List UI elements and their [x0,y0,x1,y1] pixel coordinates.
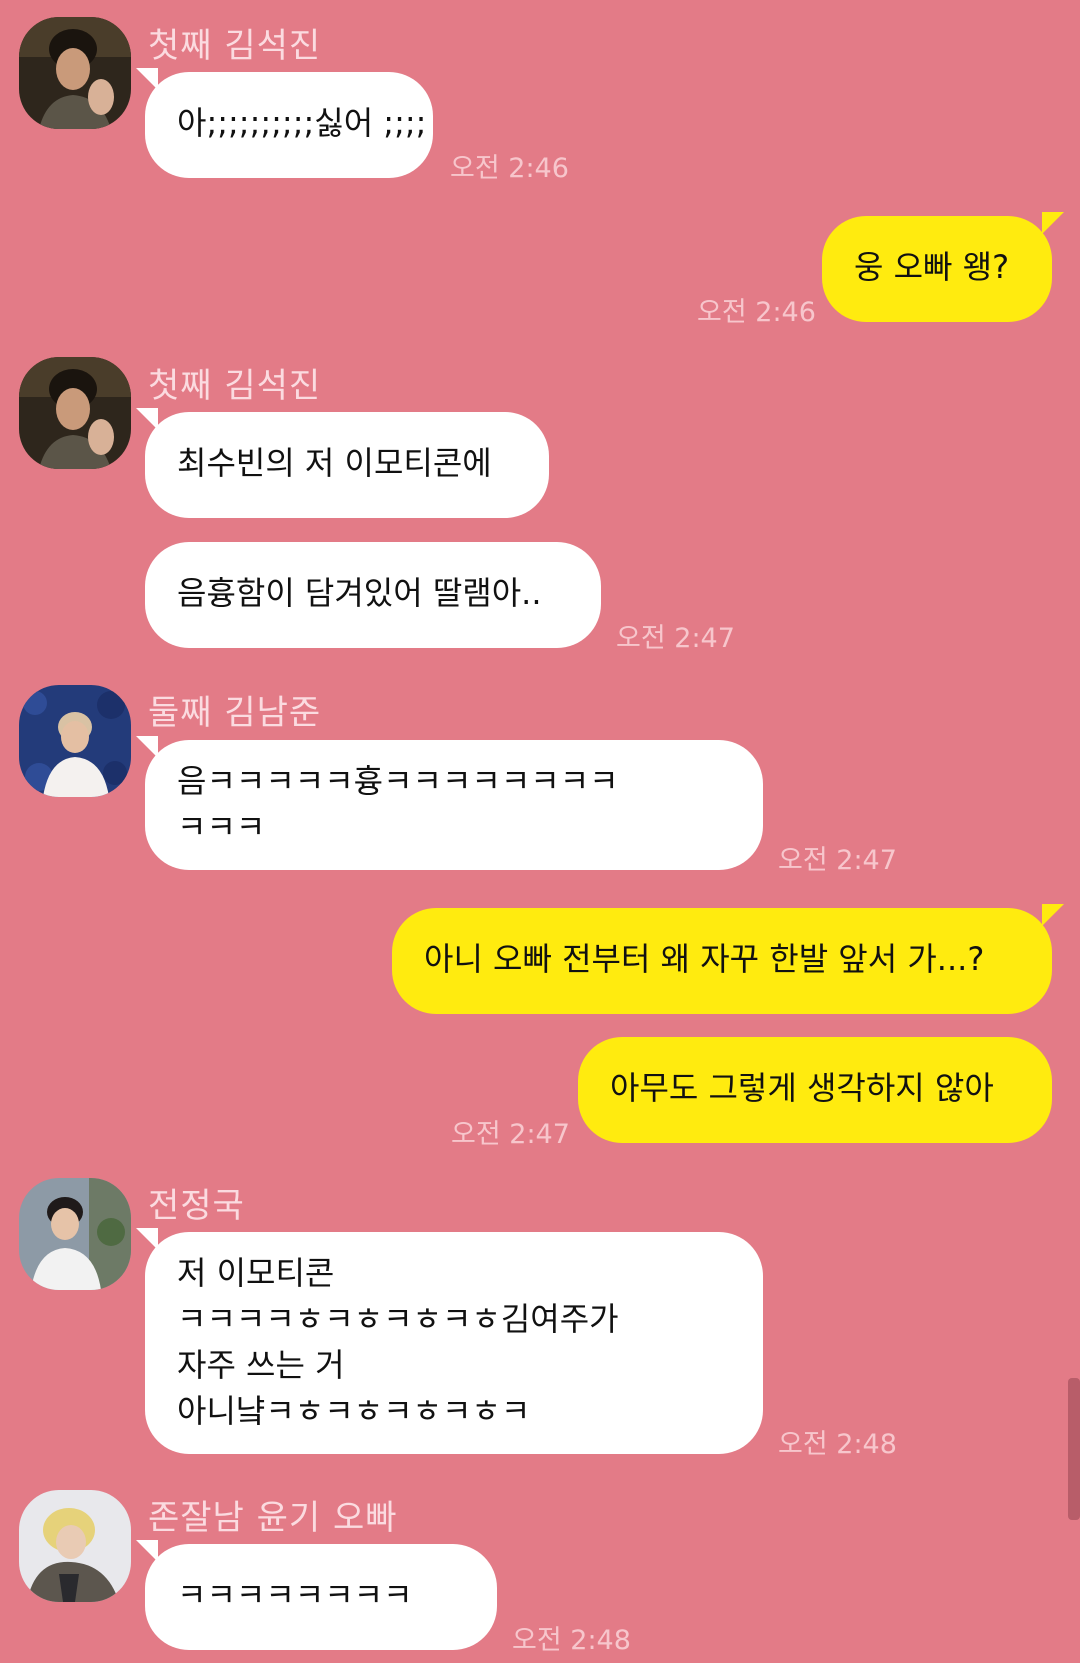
avatar-yoongi[interactable] [19,1490,131,1602]
message-text: 음ㅋㅋㅋㅋㅋ흉ㅋㅋㅋㅋㅋㅋㅋㅋ [177,762,619,800]
message-text: ㅋㅋㅋ [177,808,266,846]
message-text: ㅋㅋㅋㅋㅋㅋㅋㅋ [177,1576,413,1614]
message-time: 오전 2:47 [778,845,897,876]
chat-bubble-incoming[interactable]: 아;;;;;;;;;;싫어 ;;;; [145,72,433,178]
chat-bubble-incoming[interactable]: 음흉함이 담겨있어 딸램아.. [145,542,601,648]
message-time: 오전 2:46 [697,297,816,328]
message-text: 아;;;;;;;;;;싫어 ;;;; [177,104,427,142]
chat-bubble-incoming[interactable]: ㅋㅋㅋㅋㅋㅋㅋㅋ [145,1544,497,1650]
avatar-seokjin[interactable] [19,357,131,469]
message-text: 음흉함이 담겨있어 딸램아.. [177,574,542,612]
chat-bubble-outgoing[interactable]: 웅 오빠 왱? [822,216,1052,322]
message-time: 오전 2:48 [512,1625,631,1656]
bubble-tail [1042,212,1064,234]
sender-name: 존잘남 윤기 오빠 [148,1498,398,1538]
message-text: 최수빈의 저 이모티콘에 [177,444,492,482]
sender-name: 첫째 김석진 [148,26,322,66]
message-text: 아무도 그렇게 생각하지 않아 [610,1069,994,1107]
sender-name: 전정국 [148,1186,245,1226]
sender-name: 둘째 김남준 [148,693,322,733]
avatar-jungkook[interactable] [19,1178,131,1290]
message-text: 아니 오빠 전부터 왜 자꾸 한발 앞서 가...? [424,940,985,978]
message-text: 아니냨ㅋㅎㅋㅎㅋㅎㅋㅎㅋ [177,1392,531,1430]
message-text: 저 이모티콘 [177,1254,335,1292]
bubble-tail [1042,904,1064,926]
scrollbar-thumb[interactable] [1068,1378,1080,1520]
chat-bubble-incoming[interactable]: 최수빈의 저 이모티콘에 [145,412,549,518]
chat-bubble-outgoing[interactable]: 아니 오빠 전부터 왜 자꾸 한발 앞서 가...? [392,908,1052,1014]
sender-name: 첫째 김석진 [148,366,322,406]
message-text: 웅 오빠 왱? [854,248,1010,286]
chat-bubble-incoming[interactable]: 저 이모티콘 ㅋㅋㅋㅋㅎㅋㅎㅋㅎㅋㅎ김여주가 자주 쓰는 거 아니냨ㅋㅎㅋㅎㅋㅎ… [145,1232,763,1454]
avatar-namjoon[interactable] [19,685,131,797]
chat-bubble-incoming[interactable]: 음ㅋㅋㅋㅋㅋ흉ㅋㅋㅋㅋㅋㅋㅋㅋ ㅋㅋㅋ [145,740,763,870]
avatar-seokjin[interactable] [19,17,131,129]
chat-bubble-outgoing[interactable]: 아무도 그렇게 생각하지 않아 [578,1037,1052,1143]
message-time: 오전 2:47 [616,623,735,654]
message-time: 오전 2:46 [450,153,569,184]
message-time: 오전 2:47 [451,1119,570,1150]
message-time: 오전 2:48 [778,1429,897,1460]
message-text: 자주 쓰는 거 [177,1346,345,1384]
message-text: ㅋㅋㅋㅋㅎㅋㅎㅋㅎㅋㅎ김여주가 [177,1300,619,1338]
